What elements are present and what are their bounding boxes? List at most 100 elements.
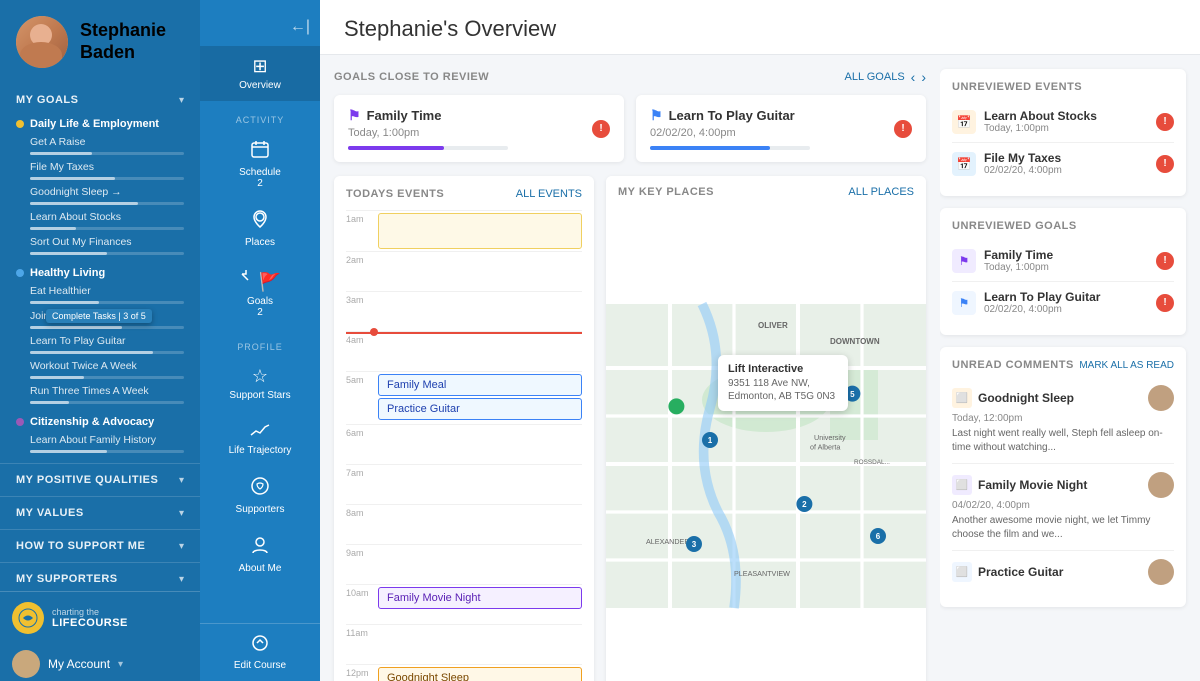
comment-goodnight-sleep[interactable]: ⬜ Goodnight Sleep Today, 12:00pm Last ni…: [952, 377, 1174, 464]
unread-comments-title: UNREAD COMMENTS: [952, 359, 1074, 371]
nav-profile-header: PROFILE: [200, 328, 320, 356]
svg-text:6: 6: [876, 532, 881, 541]
nav-places[interactable]: Places: [200, 199, 320, 258]
goals-section-header[interactable]: MY GOALS ▾: [0, 84, 200, 112]
event-icon-orange: 📅: [952, 110, 976, 134]
all-events-link[interactable]: ALL EVENTS: [516, 188, 582, 200]
chevron-icon: ▾: [179, 574, 184, 585]
goals-badge: 2: [257, 307, 263, 318]
goal-progress-bar: [30, 376, 184, 379]
todays-events-panel: TODAYS EVENTS ALL EVENTS 1am: [334, 176, 594, 681]
events-header: TODAYS EVENTS ALL EVENTS: [346, 188, 582, 200]
alert-badge: !: [1156, 294, 1174, 312]
chevron-left-icon: ‹: [911, 69, 916, 85]
list-item[interactable]: Learn About Stocks: [16, 209, 184, 225]
goal-date: 02/02/20, 4:00pm: [650, 127, 810, 139]
alert-badge: !: [1156, 252, 1174, 270]
mark-all-read-button[interactable]: MARK ALL AS READ: [1079, 360, 1174, 371]
svg-text:ALEXANDER: ALEXANDER: [646, 537, 690, 546]
goal-progress-bar: [348, 146, 508, 150]
nav-supporters[interactable]: Supporters: [200, 466, 320, 525]
values-header[interactable]: MY VALUES ▾: [0, 497, 200, 525]
how-to-support-header[interactable]: HOW TO SUPPORT ME ▾: [0, 530, 200, 558]
unreviewed-goal-guitar[interactable]: ⚑ Learn To Play Guitar 02/02/20, 4:00pm …: [952, 282, 1174, 323]
list-item[interactable]: Join Soccer Te... Complete Tasks | 3 of …: [16, 308, 184, 324]
nav-edit-course[interactable]: Edit Course: [200, 624, 320, 681]
nav-life-trajectory[interactable]: Life Trajectory: [200, 411, 320, 466]
map-svg: OLIVER DOWNTOWN University of Alberta AL…: [606, 204, 926, 681]
chevron-icon: ▾: [179, 95, 184, 106]
tooltip-badge: Complete Tasks | 3 of 5: [46, 309, 152, 323]
svg-text:OLIVER: OLIVER: [758, 321, 788, 330]
nav-schedule[interactable]: Schedule 2: [200, 129, 320, 199]
event-goodnight-sleep[interactable]: Goodnight Sleep: [378, 667, 582, 681]
svg-text:2: 2: [802, 500, 807, 509]
my-account-link[interactable]: My Account: [48, 657, 110, 671]
all-goals-link[interactable]: ALL GOALS ‹ ›: [845, 69, 926, 85]
alert-badge: !: [1156, 113, 1174, 131]
event-practice-guitar[interactable]: Practice Guitar: [378, 398, 582, 420]
bottom-row: TODAYS EVENTS ALL EVENTS 1am: [334, 176, 926, 681]
goals-section: MY GOALS ▾ Daily Life & Employment Get A…: [0, 84, 200, 459]
list-item[interactable]: Learn About Family History: [16, 432, 184, 448]
nav-activity-header: ACTIVITY: [200, 101, 320, 129]
goal-progress-bar: [30, 301, 184, 304]
goal-card-guitar[interactable]: ⚑ Learn To Play Guitar 02/02/20, 4:00pm …: [636, 95, 926, 162]
svg-text:1: 1: [708, 436, 713, 445]
nav-support-stars[interactable]: ☆ Support Stars: [200, 356, 320, 411]
dot-purple-icon: [16, 418, 24, 426]
list-item[interactable]: Learn To Play Guitar: [16, 333, 184, 349]
all-places-link[interactable]: ALL PLACES: [848, 186, 914, 198]
time-slot-9am: 9am: [346, 544, 582, 584]
unreviewed-goal-family-time[interactable]: ⚑ Family Time Today, 1:00pm !: [952, 240, 1174, 282]
timeline: 1am 2am: [346, 210, 582, 681]
list-item[interactable]: Goodnight Sleep →: [16, 184, 184, 200]
list-item[interactable]: Workout Twice A Week: [16, 358, 184, 374]
svg-text:PLEASANTVIEW: PLEASANTVIEW: [734, 569, 790, 578]
bottom-nav-row: My Account ▾: [0, 644, 200, 681]
goal-flag-purple-icon: ⚑: [952, 249, 976, 273]
list-item[interactable]: File My Taxes: [16, 159, 184, 175]
comment-icon-purple: ⬜: [952, 475, 972, 495]
right-panels: UNREVIEWED EVENTS 📅 Learn About Stocks T…: [940, 55, 1200, 681]
center-content: GOALS CLOSE TO REVIEW ALL GOALS ‹ ›: [320, 55, 940, 681]
nav-overview[interactable]: ⊞ Overview: [200, 46, 320, 101]
comment-practice-guitar[interactable]: ⬜ Practice Guitar: [952, 551, 1174, 595]
map-header: MY KEY PLACES ALL PLACES: [606, 176, 926, 204]
list-item[interactable]: Get A Raise: [16, 134, 184, 150]
comment-icon-blue: ⬜: [952, 562, 972, 582]
svg-text:ROSSDAL...: ROSSDAL...: [854, 459, 890, 466]
alert-badge: !: [592, 120, 610, 138]
goal-category-daily: Daily Life & Employment Get A Raise File…: [0, 112, 200, 261]
list-item[interactable]: Sort Out My Finances: [16, 234, 184, 250]
time-slot-10am: 10am Family Movie Night: [346, 584, 582, 624]
time-slot-8am: 8am: [346, 504, 582, 544]
flag-purple-icon: ⚑: [348, 107, 361, 124]
unreviewed-event-taxes[interactable]: 📅 File My Taxes 02/02/20, 4:00pm !: [952, 143, 1174, 184]
nav-about-me[interactable]: About Me: [200, 525, 320, 584]
time-slot-11am: 11am: [346, 624, 582, 664]
events-title: TODAYS EVENTS: [346, 188, 444, 200]
event-family-meal[interactable]: Family Meal: [378, 374, 582, 396]
event-family-movie-night[interactable]: Family Movie Night: [378, 587, 582, 609]
time-slot-6am: 6am: [346, 424, 582, 464]
chevron-icon: ▾: [179, 508, 184, 519]
dot-yellow-icon: [16, 120, 24, 128]
sidebar-collapse-button[interactable]: ←|: [200, 0, 320, 46]
list-item[interactable]: Run Three Times A Week: [16, 383, 184, 399]
comment-movie-night[interactable]: ⬜ Family Movie Night 04/02/20, 4:00pm An…: [952, 464, 1174, 551]
account-avatar: [12, 650, 40, 678]
goal-card-family-time[interactable]: ⚑ Family Time Today, 1:00pm !: [334, 95, 624, 162]
goal-progress-bar: [30, 227, 184, 230]
supporters-icon: [250, 476, 270, 501]
supporters-header[interactable]: MY SUPPORTERS ▾: [0, 563, 200, 591]
unreviewed-event-stocks[interactable]: 📅 Learn About Stocks Today, 1:00pm !: [952, 101, 1174, 143]
edit-course-icon: [251, 634, 269, 657]
flag-blue-icon: ⚑: [650, 107, 663, 124]
map-popup: Lift Interactive 9351 118 Ave NW, Edmont…: [718, 355, 848, 411]
list-item[interactable]: Eat Healthier: [16, 283, 184, 299]
about-me-icon: [250, 535, 270, 560]
current-time-line: [346, 332, 582, 334]
positive-qualities-header[interactable]: MY POSITIVE QUALITIES ▾: [0, 464, 200, 492]
nav-goals[interactable]: 🚩 Goals 2: [200, 258, 320, 328]
